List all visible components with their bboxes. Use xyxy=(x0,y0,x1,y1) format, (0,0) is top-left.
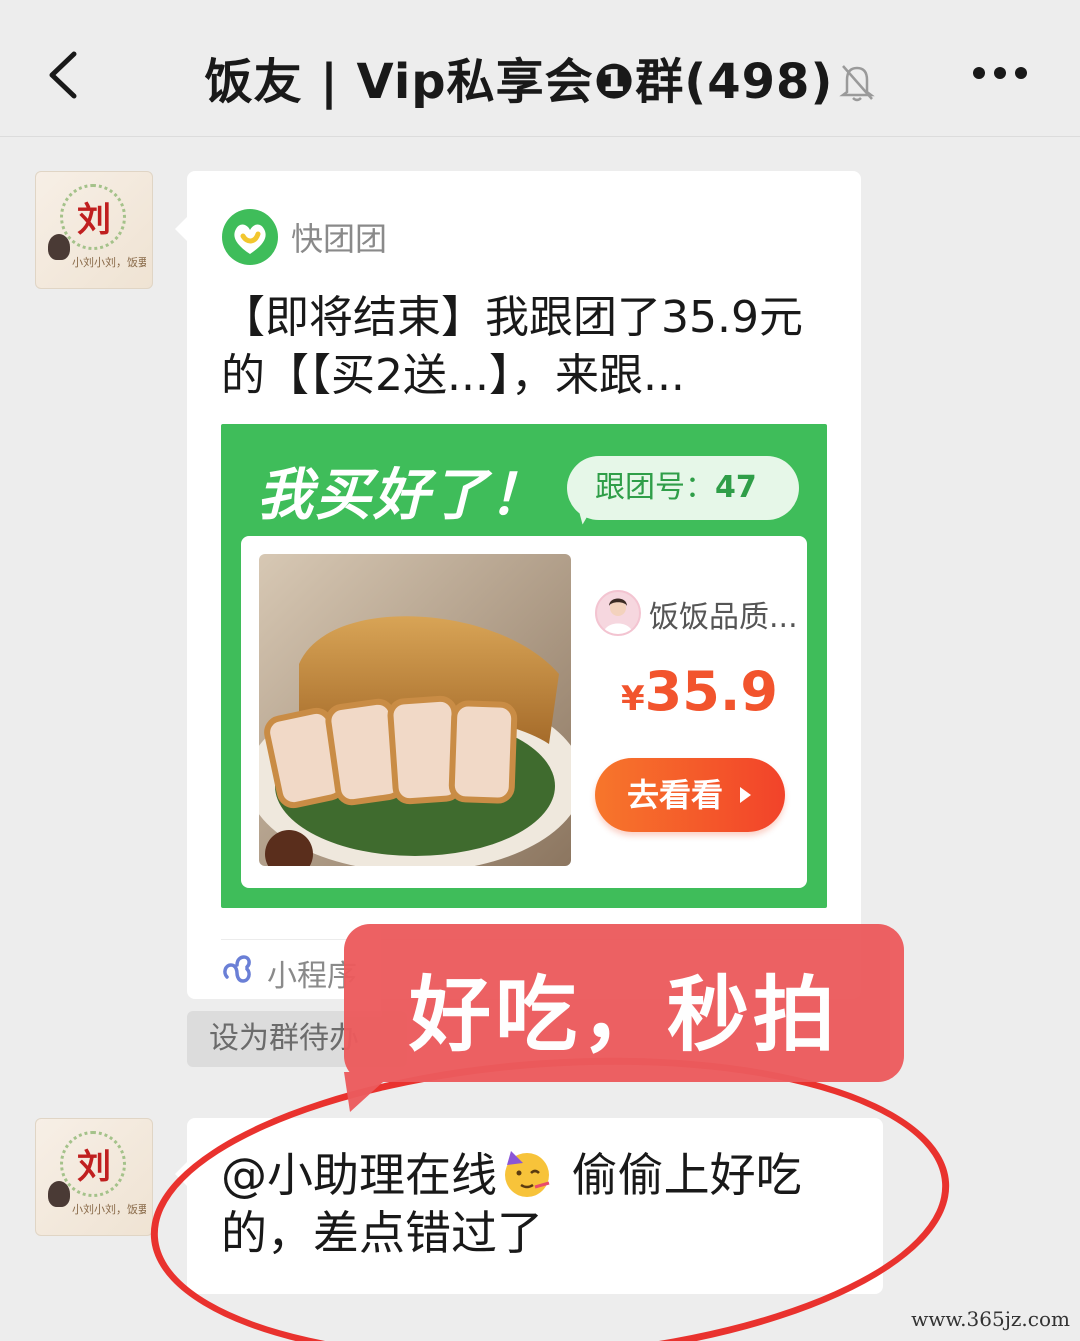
group-number-label: 跟团号： xyxy=(595,470,715,505)
view-button[interactable]: 去看看 xyxy=(595,758,785,832)
annotation-text: 好吃，秒拍 xyxy=(408,968,839,1063)
chat-title-text: 饭友 | Vip私享会❶群(498) xyxy=(204,54,834,110)
annotation-bubble: 好吃，秒拍 xyxy=(344,924,904,1112)
avatar-char: 刘 xyxy=(77,1147,111,1187)
mini-program-card[interactable]: 快团团 【即将结束】我跟团了35.9元的【【买2送...】，来跟... 我买好了… xyxy=(175,171,861,999)
group-number-badge: 跟团号：47 xyxy=(567,456,799,520)
price-value: 35.9 xyxy=(644,660,778,723)
view-button-label: 去看看 xyxy=(627,776,724,814)
more-icon[interactable] xyxy=(972,66,1028,80)
product-image[interactable] xyxy=(259,554,571,866)
play-icon xyxy=(740,787,751,803)
chat-title: 饭友 | Vip私享会❶群(498) xyxy=(0,42,1080,112)
avatar-char: 刘 xyxy=(77,200,111,240)
avatar-caption: 小刘小刘，饭要一起 xyxy=(72,256,146,269)
chat-header: 饭友 | Vip私享会❶群(498) xyxy=(0,0,1080,137)
app-name: 快团团 xyxy=(291,220,388,258)
app-logo-icon xyxy=(222,209,278,265)
avatar-caption: 小刘小刘，饭要一起 xyxy=(72,1203,146,1216)
promo-banner: 我买好了！ 跟团号：47 饭饭品质... ¥35.9 去看看 xyxy=(221,424,827,908)
price-currency: ¥ xyxy=(621,679,645,719)
seller-avatar xyxy=(595,590,641,636)
sender-avatar[interactable]: 刘 小刘小刘，饭要一起 xyxy=(35,171,153,289)
mini-program-icon xyxy=(223,955,251,983)
watermark: www.365jz.com xyxy=(911,1307,1070,1331)
seller-name: 饭饭品质... xyxy=(649,600,798,635)
promo-headline: 我买好了！ xyxy=(257,463,547,528)
product-panel: 饭饭品质... ¥35.9 去看看 xyxy=(241,536,807,888)
mute-icon xyxy=(839,65,876,102)
product-price: ¥35.9 xyxy=(621,660,778,723)
card-title: 【即将结束】我跟团了35.9元的【【买2送...】，来跟... xyxy=(221,292,803,401)
group-number-value: 47 xyxy=(715,470,757,505)
sender-avatar[interactable]: 刘 小刘小刘，饭要一起 xyxy=(35,1118,153,1236)
